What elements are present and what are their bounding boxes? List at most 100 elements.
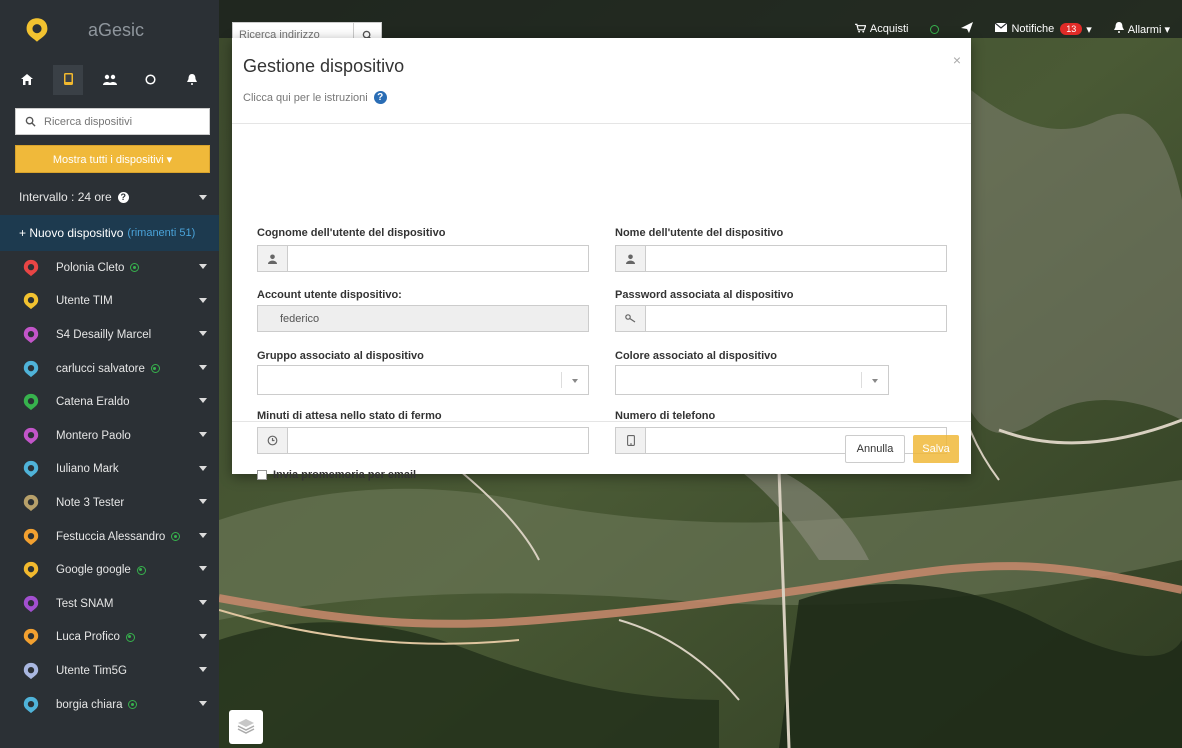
device-item[interactable]: Google google [0, 553, 219, 587]
notifications-badge: 13 [1060, 23, 1083, 35]
caret-down-icon[interactable] [199, 465, 207, 471]
caret-down-icon[interactable] [199, 700, 207, 706]
modal-title: Gestione dispositivo [243, 56, 405, 76]
device-item[interactable]: Test SNAM [0, 587, 219, 621]
caret-down-icon[interactable] [199, 364, 207, 370]
envelope-icon [995, 22, 1008, 35]
map-pin-icon [22, 460, 40, 478]
surname-input[interactable] [288, 246, 588, 271]
name-label: Nome dell'utente del dispositivo [615, 227, 784, 239]
password-input[interactable] [646, 306, 946, 331]
device-item[interactable]: Iuliano Mark [0, 453, 219, 487]
device-item[interactable]: S4 Desailly Marcel [0, 318, 219, 352]
map-pin-icon [22, 427, 40, 445]
chevron-down-icon [572, 379, 578, 383]
chevron-down-icon: ▾ [1086, 23, 1092, 36]
device-name: Utente Tim5G [56, 664, 127, 677]
device-name: Utente TIM [56, 295, 113, 308]
help-icon: ? [117, 191, 129, 203]
bell-icon [1113, 22, 1124, 36]
color-select[interactable] [615, 365, 889, 395]
device-name: Google google [56, 564, 131, 577]
device-item[interactable]: Note 3 Tester [0, 486, 219, 520]
remaining-count: (rimanenti 51) [127, 227, 196, 239]
device-search[interactable] [15, 108, 210, 135]
online-status-icon [136, 565, 146, 575]
online-status-icon [130, 263, 140, 273]
home-icon [21, 72, 33, 88]
caret-down-icon[interactable] [199, 331, 207, 337]
device-item[interactable]: Montero Paolo [0, 419, 219, 453]
layers-button[interactable] [229, 710, 263, 744]
tab-home[interactable] [12, 65, 42, 95]
caret-down-icon[interactable] [199, 667, 207, 673]
device-search-input[interactable] [44, 115, 209, 128]
tab-devices[interactable] [53, 65, 84, 95]
caret-down-icon[interactable] [199, 297, 207, 303]
device-item[interactable]: Catena Eraldo [0, 385, 219, 419]
instructions-link[interactable]: Clicca qui per le istruzioni ? [243, 91, 959, 104]
caret-down-icon[interactable] [199, 431, 207, 437]
device-item[interactable]: Festuccia Alessandro [0, 520, 219, 554]
device-name: Catena Eraldo [56, 396, 130, 409]
device-name: Note 3 Tester [56, 496, 125, 509]
map-pin-icon [22, 662, 40, 680]
caret-down-icon[interactable] [199, 264, 207, 269]
help-icon: ? [373, 91, 387, 104]
caret-down-icon[interactable] [199, 532, 207, 538]
phone-label: Numero di telefono [615, 410, 716, 422]
chevron-down-icon [872, 379, 878, 383]
name-field[interactable] [615, 245, 947, 272]
surname-label: Cognome dell'utente del dispositivo [257, 227, 446, 239]
send-icon[interactable] [961, 22, 974, 36]
brand: aGesic [0, 0, 219, 60]
surname-field[interactable] [257, 245, 589, 272]
account-label: Account utente dispositivo: [257, 289, 402, 301]
cancel-button[interactable]: Annulla [845, 435, 905, 463]
map-pin-icon [22, 628, 40, 646]
device-item[interactable]: Polonia Cleto [0, 251, 219, 285]
circle-icon [145, 72, 156, 88]
device-item[interactable]: carlucci salvatore [0, 352, 219, 386]
alarms-link[interactable]: Allarmi ▾ [1113, 22, 1170, 36]
purchases-link[interactable]: Acquisti [854, 23, 908, 36]
status-online-icon [930, 24, 940, 34]
interval-selector[interactable]: Intervallo : 24 ore ? [0, 179, 219, 215]
wait-minutes-label: Minuti di attesa nello stato di fermo [257, 410, 442, 422]
show-all-devices-button[interactable]: Mostra tutti i dispositivi ▾ [15, 145, 210, 173]
account-input [258, 306, 588, 331]
name-input[interactable] [646, 246, 946, 271]
user-icon [616, 246, 646, 271]
device-name: Iuliano Mark [56, 463, 119, 476]
caret-down-icon[interactable] [199, 398, 207, 404]
close-icon[interactable]: × [953, 52, 961, 68]
save-button[interactable]: Salva [913, 435, 959, 463]
sidebar: aGesic Mostra tutti i dispositivi ▾ Inte… [0, 0, 219, 748]
caret-down-icon[interactable] [199, 599, 207, 605]
online-status-icon [128, 700, 138, 710]
caret-down-icon[interactable] [199, 633, 207, 639]
password-field[interactable] [615, 305, 947, 332]
caret-down-icon[interactable] [199, 499, 207, 505]
search-icon [16, 116, 44, 127]
tab-groups[interactable] [95, 65, 125, 95]
map-pin-icon [22, 326, 40, 344]
device-item[interactable]: borgia chiara [0, 688, 219, 722]
tab-geofence[interactable] [136, 65, 166, 95]
notifications-link[interactable]: Notifiche 13 ▾ [995, 22, 1092, 36]
layers-icon [237, 718, 255, 737]
online-status-icon [171, 532, 181, 542]
device-item[interactable]: Utente TIM [0, 285, 219, 319]
sidebar-tabs [0, 60, 219, 100]
device-name: borgia chiara [56, 698, 123, 711]
password-label: Password associata al dispositivo [615, 289, 794, 301]
interval-label: Intervallo : 24 ore [19, 190, 112, 204]
group-label: Gruppo associato al dispositivo [257, 350, 424, 362]
new-device-button[interactable]: + Nuovo dispositivo (rimanenti 51) [0, 215, 219, 251]
caret-down-icon[interactable] [199, 566, 207, 572]
device-item[interactable]: Utente Tim5G [0, 654, 219, 688]
tab-alarms[interactable] [177, 65, 207, 95]
group-select[interactable] [257, 365, 589, 395]
device-name: Festuccia Alessandro [56, 530, 166, 543]
device-item[interactable]: Luca Profico [0, 621, 219, 655]
